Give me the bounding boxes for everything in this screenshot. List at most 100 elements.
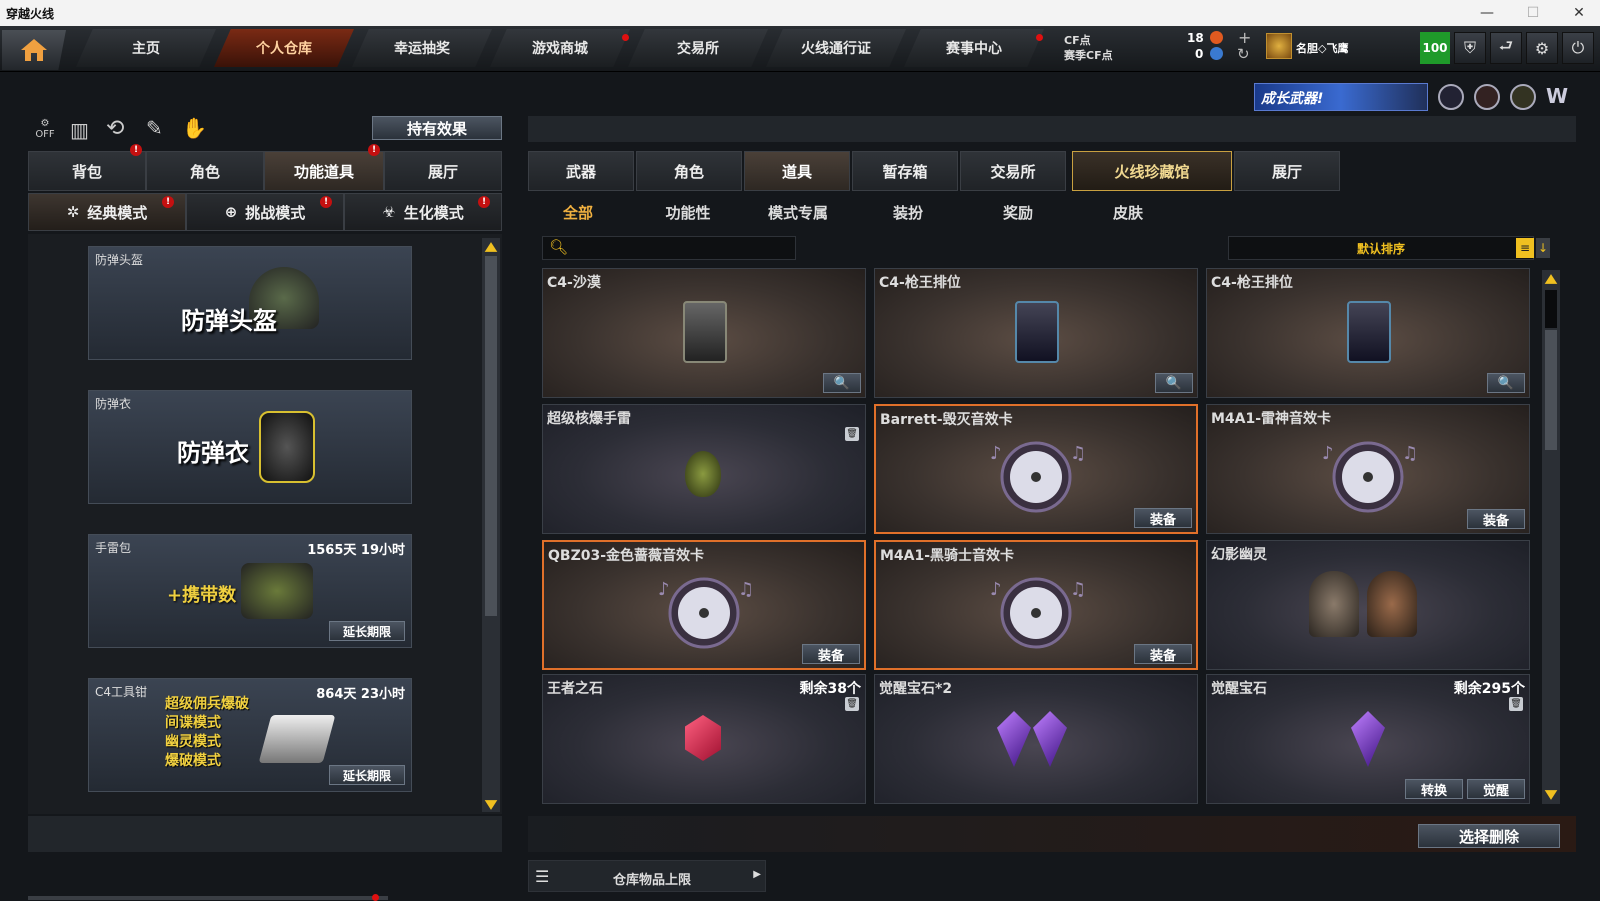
expand-arrow-icon[interactable]: ▶ [753,869,761,880]
sort-direction-icon[interactable]: ↓ [1536,238,1550,258]
gear-icon[interactable]: ⚙ [1526,32,1558,64]
badge-icon-1[interactable] [1438,84,1464,110]
subtab-functional[interactable]: 功能性 [634,198,742,226]
item-card[interactable]: C4-枪王排位 🔍 [1206,268,1530,398]
power-icon[interactable]: ⏻ [1562,32,1594,64]
tab-temp-storage[interactable]: 暂存箱 [852,151,958,191]
badge-icon-4[interactable]: W [1546,84,1574,110]
convert-button[interactable]: 转换 [1405,779,1463,799]
select-delete-button[interactable]: 选择删除 [1418,824,1560,848]
sound-card-disc-icon: ♪ ♫ [990,441,1086,513]
list-view-icon[interactable]: ≡ [1516,238,1534,258]
nav-tab-exchange[interactable]: 交易所 [628,29,768,67]
nav-tab-pass[interactable]: 火线通行证 [766,29,906,67]
item-card[interactable]: C4-沙漠 🔍 [542,268,866,398]
scroll-thumb[interactable] [485,256,497,616]
growth-weapon-banner[interactable]: 成长武器! [1254,83,1428,111]
tab-functional-items[interactable]: 功能道具 [264,151,384,191]
equip-button[interactable]: 装备 [1467,509,1525,529]
item-card[interactable]: 觉醒宝石 剩余295个 🗑︎ 转换 觉醒 [1206,674,1530,804]
nav-tab-events[interactable]: 赛事中心 [904,29,1044,67]
tab-showroom-right[interactable]: 展厅 [1234,151,1340,191]
inspect-button[interactable]: 🔍 [1155,373,1193,393]
right-top-strip [528,116,1576,142]
trash-icon[interactable]: 🗑︎ [845,427,859,441]
refresh-icon[interactable]: ↻ [1237,45,1250,63]
item-card-helmet[interactable]: 防弹头盔 防弹头盔 [88,246,412,360]
close-icon[interactable]: ✕ [1556,0,1600,26]
exit-arrow-icon[interactable]: ⮐ [1490,32,1522,64]
item-card-grenade-pack[interactable]: 手雷包 1565天 19小时 +携带数 延长期限 [88,534,412,648]
scroll-up-icon[interactable] [1544,274,1558,284]
item-card[interactable]: 幻影幽灵 [1206,540,1530,670]
username[interactable]: 名胆◇飞鹰 [1296,40,1348,56]
tab-character[interactable]: 角色 [146,151,264,191]
awaken-button[interactable]: 觉醒 [1467,779,1525,799]
hand-icon[interactable]: ✋ [182,116,207,140]
tab-weapons[interactable]: 武器 [528,151,634,191]
nuke-grenade-icon [685,451,721,497]
item-card[interactable]: 超级核爆手雷 🗑︎ [542,404,866,534]
tab-backpack[interactable]: 背包 [28,151,146,191]
extend-button[interactable]: 延长期限 [329,765,405,785]
subtab-skins[interactable]: 皮肤 [1074,198,1182,226]
storage-limit-bar[interactable]: ☰ 仓库物品上限 ▶ [528,860,766,892]
equip-button[interactable]: 装备 [1134,508,1192,528]
scroll-down-icon[interactable] [1544,790,1558,800]
tab-showroom[interactable]: 展厅 [384,151,502,191]
sort-dropdown[interactable]: 默认排序 [1228,236,1534,260]
subtab-rewards[interactable]: 奖励 [964,198,1072,226]
search-input[interactable]: 🔍︎ [542,236,796,260]
item-card[interactable]: 觉醒宝石*2 [874,674,1198,804]
mode-line: 幽灵模式 [165,734,221,750]
item-name: C4-枪王排位 [1211,275,1293,291]
tab-label: 道具 [781,162,812,181]
shield-icon[interactable]: ⛨ [1454,32,1486,64]
history-icon[interactable]: ⟲ [106,116,124,141]
maximize-icon[interactable]: ☐ [1510,0,1556,26]
toggle-off-icon[interactable]: ⚙ OFF [30,118,60,142]
item-card[interactable]: M4A1-黑骑士音效卡 ♪ ♫ 装备 [874,540,1198,670]
subtab-mode-exclusive[interactable]: 模式专属 [744,198,852,226]
inspect-button[interactable]: 🔍 [823,373,861,393]
item-card[interactable]: 王者之石 剩余38个 🗑︎ [542,674,866,804]
nav-tab-label: 主页 [132,41,160,57]
nav-tab-home[interactable]: 主页 [76,29,216,67]
scroll-thumb[interactable] [1545,330,1557,450]
inspect-button[interactable]: 🔍 [1487,373,1525,393]
right-scrollbar[interactable] [1542,270,1560,804]
tab-items[interactable]: 道具 [744,151,850,191]
minimize-icon[interactable]: — [1464,0,1510,26]
item-card[interactable]: C4-枪王排位 🔍 [874,268,1198,398]
trash-icon[interactable]: 🗑︎ [845,697,859,711]
item-card-vest[interactable]: 防弹衣 防弹衣 [88,390,412,504]
tab-collection[interactable]: 火线珍藏馆 [1072,151,1232,191]
held-effects-button[interactable]: 持有效果 [372,116,502,140]
chart-icon[interactable]: ▥ [70,118,89,142]
nav-tab-warehouse[interactable]: 个人仓库 [214,29,354,67]
trash-icon[interactable]: 🗑︎ [1509,697,1523,711]
equip-button[interactable]: 装备 [802,644,860,664]
tab-characters[interactable]: 角色 [636,151,742,191]
tab-exchange[interactable]: 交易所 [960,151,1066,191]
subtab-dressup[interactable]: 装扮 [854,198,962,226]
tab-label: 背包 [71,162,102,181]
scroll-up-icon[interactable] [484,242,498,252]
scroll-down-icon[interactable] [484,800,498,810]
left-scrollbar[interactable] [482,238,500,812]
nav-tab-shop[interactable]: 游戏商城 [490,29,630,67]
item-card[interactable]: Barrett-毁灭音效卡 ♪ ♫ 装备 [874,404,1198,534]
badge-icon-3[interactable] [1510,84,1536,110]
item-card[interactable]: M4A1-雷神音效卡 ♪ ♫ 装备 [1206,404,1530,534]
item-card[interactable]: QBZ03-金色蔷薇音效卡 ♪ ♫ 装备 [542,540,866,670]
alert-icon: ! [478,196,490,208]
nav-tab-lottery[interactable]: 幸运抽奖 [352,29,492,67]
equip-button[interactable]: 装备 [1134,644,1192,664]
extend-button[interactable]: 延长期限 [329,621,405,641]
subtab-all[interactable]: 全部 [524,198,632,226]
svg-text:♫: ♫ [738,579,754,600]
edit-icon[interactable]: ✎ [146,116,163,140]
badge-icon-2[interactable] [1474,84,1500,110]
home-button[interactable] [2,30,66,70]
item-card-c4-pliers[interactable]: C4工具钳 864天 23小时 超级佣兵爆破 间谍模式 幽灵模式 爆破模式 延长… [88,678,412,792]
